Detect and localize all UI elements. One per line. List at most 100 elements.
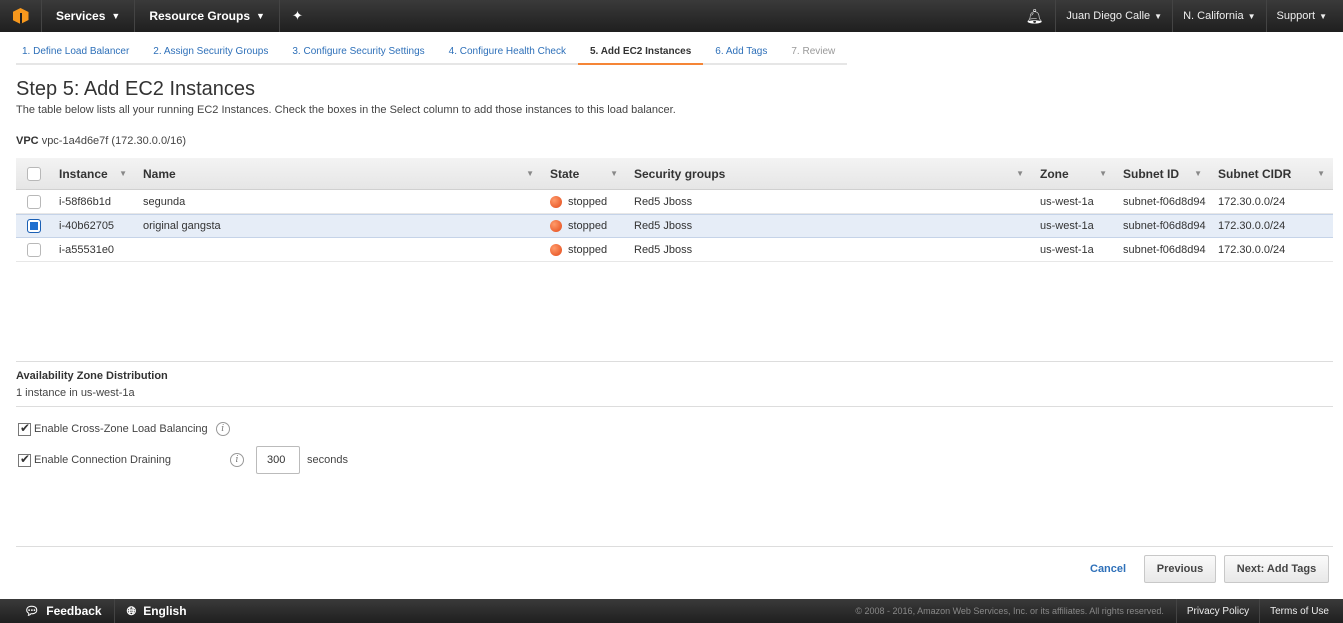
page-description: The table below lists all your running E… <box>16 104 676 116</box>
vpc-info: VPC vpc-1a4d6e7f (172.30.0.0/16) <box>16 135 186 147</box>
instance-zone: us-west-1a <box>1040 220 1094 232</box>
info-icon[interactable]: i <box>215 422 230 436</box>
previous-button[interactable]: Previous <box>1144 555 1216 583</box>
instance-name: original gangsta <box>143 220 221 232</box>
column-subnet-cidr[interactable]: Subnet CIDR ▼ <box>1210 158 1333 189</box>
sort-icon: ▼ <box>610 169 618 178</box>
column-name[interactable]: Name ▼ <box>135 158 542 189</box>
instance-subnet-id: subnet-f06d8d94 <box>1123 220 1206 232</box>
step-configure-security-settings[interactable]: 3. Configure Security Settings <box>280 46 437 65</box>
instance-subnet-cidr: 172.30.0.0/24 <box>1218 195 1286 208</box>
cross-zone-label: Enable Cross-Zone Load Balancing <box>34 423 208 435</box>
info-icon[interactable]: i <box>230 453 244 467</box>
cancel-button[interactable]: Cancel <box>1090 563 1126 575</box>
bottom-bar: 💬︎ Feedback 🌐︎ English © 2008 - 2016, Amaz… <box>0 599 1343 623</box>
instance-state-label: stopped <box>568 243 608 256</box>
step-configure-health-check[interactable]: 4. Configure Health Check <box>436 46 578 65</box>
table-row[interactable]: i-a55531e0 stopped Red5 Jboss us-west-1a… <box>16 238 1333 262</box>
row-checkbox[interactable] <box>26 219 41 233</box>
column-instance-label: Instance <box>59 166 108 181</box>
aws-logo[interactable] <box>0 0 42 32</box>
chevron-down-icon: ▼ <box>1247 11 1256 21</box>
instance-state: stopped <box>542 215 626 237</box>
column-subnet-id[interactable]: Subnet ID ▼ <box>1115 158 1210 189</box>
region-menu[interactable]: N. California ▼ <box>1173 0 1267 32</box>
resource-groups-menu[interactable]: Resource Groups ▼ <box>135 0 280 32</box>
connection-draining-option: Enable Connection Draining i 300 seconds <box>18 446 348 474</box>
column-security-groups[interactable]: Security groups ▼ <box>626 158 1032 189</box>
instance-subnet-id: subnet-f06d8d94 <box>1123 195 1206 208</box>
table-row[interactable]: i-58f86b1d segunda stopped Red5 Jboss us… <box>16 190 1333 214</box>
stopped-status-icon <box>550 243 562 256</box>
row-select-cell <box>16 190 51 213</box>
feedback-label: Feedback <box>46 604 102 618</box>
step-assign-security-groups[interactable]: 2. Assign Security Groups <box>141 46 281 65</box>
step-review: 7. Review <box>779 46 848 65</box>
copyright-text: © 2008 - 2016, Amazon Web Services, Inc.… <box>855 606 1164 616</box>
column-subnet-id-label: Subnet ID <box>1123 166 1179 181</box>
instance-name <box>135 238 542 261</box>
step-add-tags[interactable]: 6. Add Tags <box>703 46 780 65</box>
column-zone-label: Zone <box>1040 166 1069 181</box>
region-name: N. California <box>1183 10 1244 22</box>
services-menu[interactable]: Services ▼ <box>42 0 136 32</box>
language-button[interactable]: 🌐︎ English <box>115 599 199 623</box>
feedback-button[interactable]: 💬︎ Feedback <box>0 599 115 623</box>
pin-icon[interactable]: ✦ <box>280 0 315 32</box>
step-define-load-balancer[interactable]: 1. Define Load Balancer <box>16 46 142 65</box>
cross-zone-checkbox[interactable] <box>18 421 31 436</box>
row-checkbox[interactable] <box>26 194 41 209</box>
select-all-checkbox[interactable] <box>26 166 41 181</box>
instance-security-groups: Red5 Jboss <box>634 220 693 232</box>
instance-name: segunda <box>143 195 186 208</box>
chevron-down-icon: ▼ <box>1154 11 1163 21</box>
bell-icon[interactable]: 🔔︎ <box>1014 0 1057 32</box>
select-all-cell <box>16 158 51 189</box>
privacy-policy-link[interactable]: Privacy Policy <box>1175 599 1259 623</box>
instance-id: i-58f86b1d <box>59 195 111 208</box>
instance-subnet-cidr: 172.30.0.0/24 <box>1218 220 1286 232</box>
sort-icon: ▼ <box>1099 169 1107 178</box>
terms-of-use-link[interactable]: Terms of Use <box>1259 599 1343 623</box>
instance-state-label: stopped <box>568 195 608 208</box>
globe-icon: 🌐︎ <box>126 603 137 618</box>
vpc-value: vpc-1a4d6e7f (172.30.0.0/16) <box>41 135 187 147</box>
table-row[interactable]: i-40b62705 original gangsta stopped Red5… <box>16 214 1333 238</box>
table-header: Instance ▼ Name ▼ State ▼ Security groups ▼ … <box>16 158 1333 190</box>
wizard-steps: 1. Define Load Balancer 2. Assign Securi… <box>16 46 848 65</box>
availability-zone-title: Availability Zone Distribution <box>16 370 168 382</box>
stopped-status-icon <box>550 195 562 208</box>
sort-icon: ▼ <box>119 169 127 178</box>
column-state[interactable]: State ▼ <box>542 158 626 189</box>
instance-state: stopped <box>542 238 626 261</box>
column-name-label: Name <box>143 166 176 181</box>
user-menu[interactable]: Juan Diego Calle ▼ <box>1056 0 1174 32</box>
user-name: Juan Diego Calle <box>1066 10 1151 22</box>
instance-security-groups: Red5 Jboss <box>634 195 693 208</box>
column-security-groups-label: Security groups <box>634 166 726 181</box>
column-zone[interactable]: Zone ▼ <box>1032 158 1115 189</box>
next-add-tags-button[interactable]: Next: Add Tags <box>1224 555 1329 583</box>
instance-subnet-cidr: 172.30.0.0/24 <box>1218 243 1286 256</box>
divider <box>16 546 1333 547</box>
draining-unit-label: seconds <box>307 454 348 466</box>
column-instance[interactable]: Instance ▼ <box>51 158 135 189</box>
instance-security-groups: Red5 Jboss <box>634 243 693 256</box>
sort-icon: ▼ <box>1016 169 1024 178</box>
instance-id: i-a55531e0 <box>59 243 115 256</box>
aws-cube-icon <box>12 8 29 24</box>
instance-state: stopped <box>542 190 626 213</box>
row-checkbox[interactable] <box>26 242 41 257</box>
support-menu[interactable]: Support ▼ <box>1267 0 1343 32</box>
speech-bubble-icon: 💬︎ <box>24 604 40 618</box>
stopped-status-icon <box>550 220 562 232</box>
draining-timeout-input[interactable]: 300 <box>256 446 300 474</box>
chevron-down-icon: ▼ <box>1319 11 1327 21</box>
column-subnet-cidr-label: Subnet CIDR <box>1218 166 1292 181</box>
chevron-down-icon: ▼ <box>111 11 121 21</box>
column-state-label: State <box>550 166 580 181</box>
chevron-down-icon: ▼ <box>256 11 265 21</box>
step-add-ec2-instances[interactable]: 5. Add EC2 Instances <box>577 46 704 65</box>
connection-draining-checkbox[interactable] <box>18 452 31 467</box>
support-label: Support <box>1276 10 1316 22</box>
